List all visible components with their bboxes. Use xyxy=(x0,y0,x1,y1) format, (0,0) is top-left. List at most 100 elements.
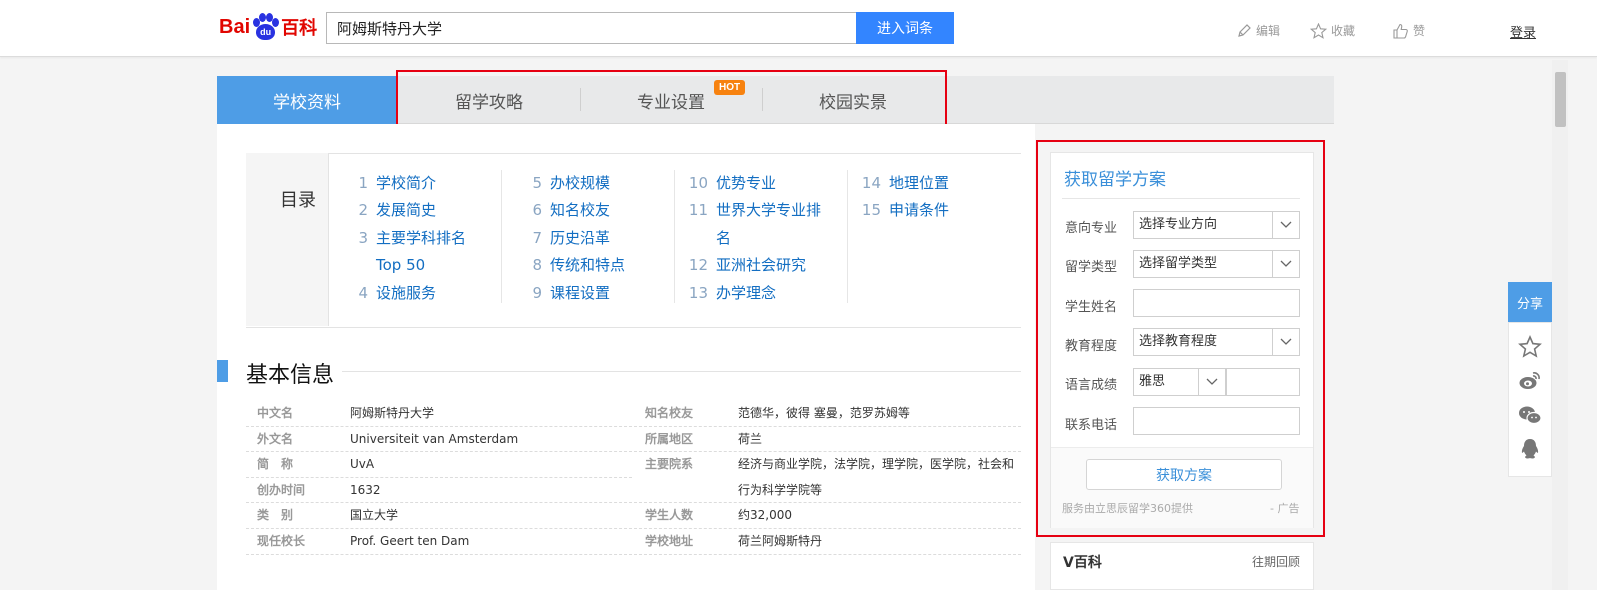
logo-text-du: du xyxy=(256,24,276,40)
toc-item-number: 8 xyxy=(532,256,542,275)
toc-item[interactable]: 12 亚洲社会研究 xyxy=(686,252,821,279)
info-label: 创办时间 xyxy=(257,482,306,497)
toc-item-number: 1 xyxy=(358,174,368,192)
info-row: 学校地址 荷兰阿姆斯特丹 xyxy=(634,529,1021,555)
highlight-box-form xyxy=(1036,140,1325,537)
toc-item-number: 13 xyxy=(688,283,708,302)
info-row: 知名校友 范德华，彼得 塞曼，范罗苏姆等 xyxy=(634,401,1021,427)
info-value: 阿姆斯特丹大学 xyxy=(350,406,435,420)
login-link[interactable]: 登录 xyxy=(1510,22,1536,41)
info-row: 创办时间 1632 xyxy=(246,478,632,504)
scrollbar-track[interactable] xyxy=(1552,60,1568,590)
toc-item-link[interactable]: 亚洲社会研究 xyxy=(716,252,806,279)
toc-item-number: 2 xyxy=(358,201,368,220)
info-value: 荷兰 xyxy=(738,431,763,446)
toc-item-link[interactable]: 设施服务 xyxy=(376,280,436,307)
tab-school-info[interactable]: 学校资料 xyxy=(217,76,397,124)
toc-item[interactable]: 15 申请条件 xyxy=(859,197,949,224)
toc-item-link[interactable]: 课程设置 xyxy=(550,280,610,307)
favorite-action[interactable]: 收藏 xyxy=(1310,22,1355,39)
toc-item[interactable]: 10 优势专业 xyxy=(686,170,821,197)
toc-title-box xyxy=(246,153,329,326)
info-row: 中文名 阿姆斯特丹大学 xyxy=(246,401,632,427)
toc-item[interactable]: 13 办学理念 xyxy=(686,280,821,307)
toc-column-3: 10 优势专业 11 世界大学专业排 名 12 亚洲社会研究 13 办学理念 xyxy=(686,170,821,307)
qq-icon[interactable] xyxy=(1518,437,1542,461)
toc-item-number: 14 xyxy=(861,174,881,192)
toc-item-link[interactable]: 发展简史 xyxy=(376,197,436,224)
toc-item-continuation[interactable]: 名 xyxy=(686,225,821,252)
info-row: 所属地区 荷兰 xyxy=(634,427,1021,453)
info-label: 主要院系 xyxy=(645,457,694,472)
toc-item-number: 5 xyxy=(532,174,542,192)
info-row: 主要院系 经济与商业学院，法学院，理学院，医学院，社会和 xyxy=(634,452,1021,478)
toc-item-link[interactable]: 地理位置 xyxy=(889,170,949,197)
toc-item-number: 12 xyxy=(688,256,708,275)
info-value: 荷兰阿姆斯特丹 xyxy=(738,533,823,548)
share-button[interactable]: 分享 xyxy=(1508,282,1552,322)
info-label: 类 别 xyxy=(257,508,294,523)
toc-item[interactable]: 5 办校规模 xyxy=(520,170,625,197)
toc-column-2: 5 办校规模 6 知名校友 7 历史沿革 8 传统和特点 9 课程设置 xyxy=(520,170,625,307)
info-label: 简 称 xyxy=(257,457,294,472)
info-value: 1632 xyxy=(350,482,381,497)
edit-action[interactable]: 编辑 xyxy=(1236,22,1280,39)
section-title-basic-info: 基本信息 xyxy=(246,363,335,388)
info-value: Universiteit van Amsterdam xyxy=(350,431,519,446)
info-label: 学生人数 xyxy=(645,508,694,523)
paw-icon: du xyxy=(251,13,280,41)
toc-item[interactable]: 8 传统和特点 xyxy=(520,252,625,279)
info-row: 学生人数 约32,000 xyxy=(634,503,1021,529)
toc-item-number: 7 xyxy=(532,228,542,247)
basic-info-right: 知名校友 范德华，彼得 塞曼，范罗苏姆等 所属地区 荷兰 主要院系 经济与商业学院，法… xyxy=(634,401,1021,555)
toc-divider xyxy=(847,170,848,303)
toc-item-continuation[interactable]: Top 50 xyxy=(346,252,466,279)
vbaike-archive-link[interactable]: 往期回顾 xyxy=(1252,553,1300,570)
toc-item-link[interactable]: 主要学科排名 xyxy=(376,225,466,252)
like-action[interactable]: 赞 xyxy=(1392,22,1425,39)
toc-item[interactable]: 1 学校简介 xyxy=(346,170,466,197)
enter-entry-button[interactable]: 进入词条 xyxy=(856,12,954,44)
edit-label: 编辑 xyxy=(1256,24,1281,38)
toc-item-link[interactable]: 申请条件 xyxy=(889,197,949,224)
toc-item[interactable]: 7 历史沿革 xyxy=(520,225,625,252)
toc-column-4: 14 地理位置 15 申请条件 xyxy=(859,170,949,225)
info-value: UvA xyxy=(350,457,375,472)
info-value: 约32,000 xyxy=(738,508,792,523)
scrollbar-thumb[interactable] xyxy=(1555,72,1566,127)
toc-item[interactable]: 2 发展简史 xyxy=(346,197,466,224)
toc-item-link[interactable]: 世界大学专业排 xyxy=(716,197,821,224)
star-icon[interactable] xyxy=(1518,335,1542,359)
toc-item-link[interactable]: 知名校友 xyxy=(550,197,610,224)
toc-item-link[interactable]: 优势专业 xyxy=(716,170,776,197)
logo-text-baike: 百科 xyxy=(281,18,318,39)
baidu-baike-logo[interactable]: Bai du 百科 xyxy=(219,10,317,44)
info-label: 知名校友 xyxy=(645,406,694,420)
info-label: 学校地址 xyxy=(645,533,694,548)
toc-divider xyxy=(501,170,502,303)
info-row: 类 别 国立大学 xyxy=(246,503,632,529)
highlight-box-tabs xyxy=(396,70,947,129)
toc-item[interactable]: 14 地理位置 xyxy=(859,170,949,197)
weibo-icon[interactable] xyxy=(1518,369,1542,393)
toc-item[interactable]: 11 世界大学专业排 xyxy=(686,197,821,224)
logo-text-bai: Bai xyxy=(219,15,251,38)
toc-item-link[interactable]: 办校规模 xyxy=(550,170,610,197)
toc-item-link[interactable]: 学校简介 xyxy=(376,170,436,197)
toc-item-link[interactable]: 历史沿革 xyxy=(550,225,610,252)
search-input[interactable] xyxy=(326,12,856,44)
toc-item-number: 10 xyxy=(688,174,708,192)
toc-divider xyxy=(674,170,675,303)
toc-item[interactable]: 9 课程设置 xyxy=(520,280,625,307)
toc-item[interactable]: 3 主要学科排名 xyxy=(346,225,466,252)
info-row: 行为科学学院等 xyxy=(634,478,1021,504)
info-value: 范德华，彼得 塞曼，范罗苏姆等 xyxy=(738,406,910,420)
section-marker xyxy=(217,360,228,382)
toc-item-link[interactable]: 办学理念 xyxy=(716,280,776,307)
info-value: Prof. Geert ten Dam xyxy=(350,533,470,548)
wechat-icon[interactable] xyxy=(1518,403,1542,427)
toc-item[interactable]: 6 知名校友 xyxy=(520,197,625,224)
toc-item[interactable]: 4 设施服务 xyxy=(346,280,466,307)
info-value: 国立大学 xyxy=(350,508,399,523)
toc-item-link[interactable]: 传统和特点 xyxy=(550,252,625,279)
